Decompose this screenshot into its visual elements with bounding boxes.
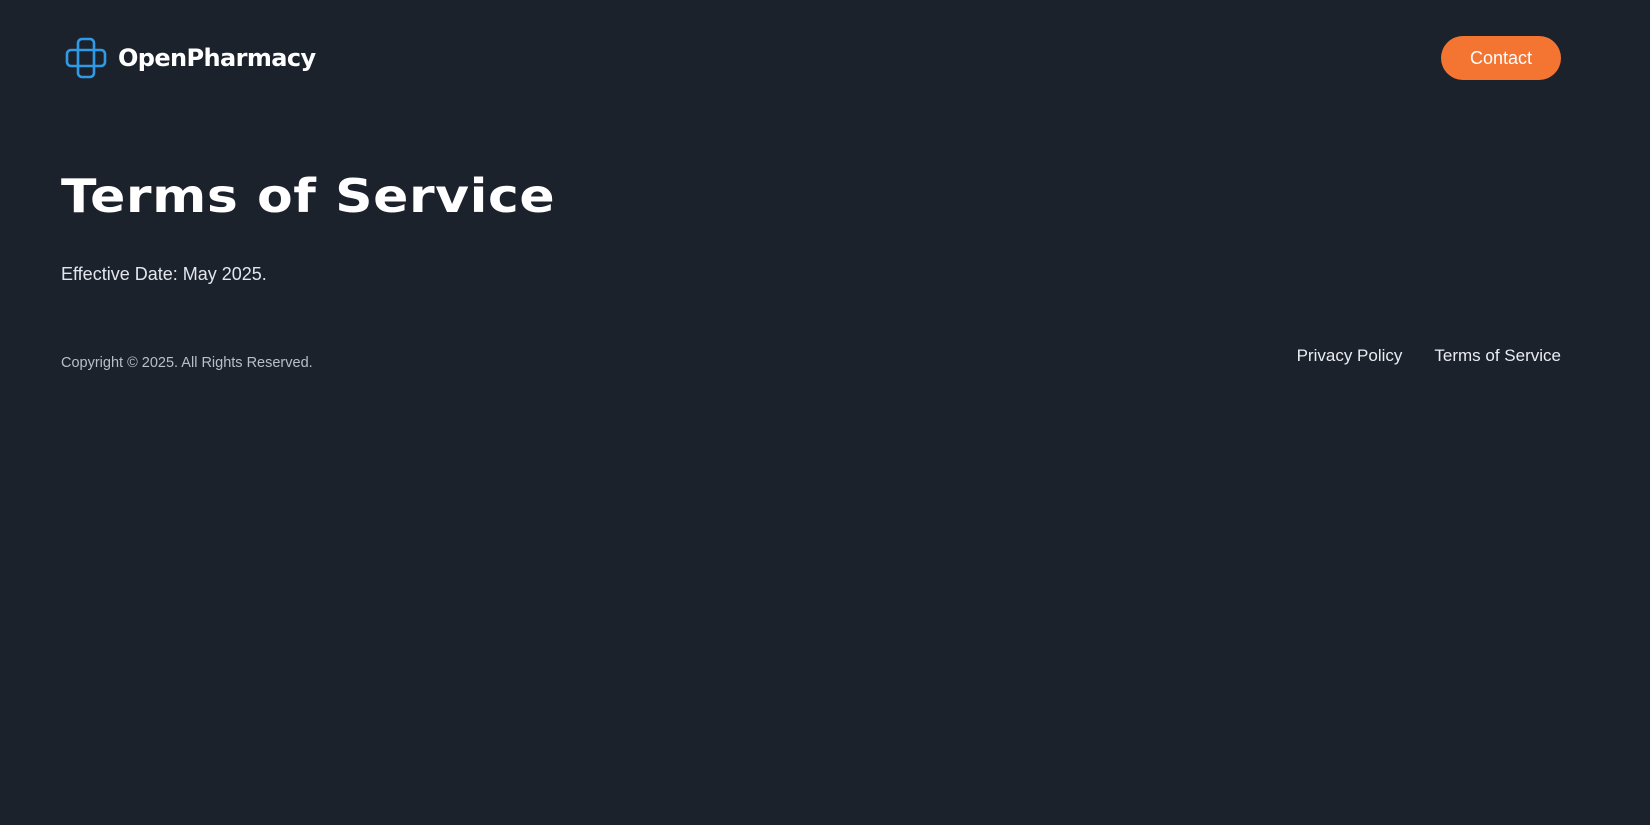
contact-button[interactable]: Contact (1441, 36, 1561, 80)
medical-cross-icon (65, 37, 107, 79)
copyright-text: Copyright © 2025. All Rights Reserved. (61, 355, 313, 371)
privacy-policy-link[interactable]: Privacy Policy (1297, 345, 1403, 367)
brand-logo-link[interactable]: OpenPharmacy (65, 37, 316, 79)
site-header: OpenPharmacy Contact (0, 0, 1650, 116)
site-footer: Copyright © 2025. All Rights Reserved. P… (0, 340, 1650, 380)
brand-name: OpenPharmacy (118, 44, 316, 72)
terms-of-service-link[interactable]: Terms of Service (1434, 345, 1561, 367)
page-title: Terms of Service (61, 169, 556, 223)
effective-date-text: Effective Date: May 2025. (61, 264, 267, 284)
footer-nav: Privacy Policy Terms of Service (1297, 345, 1561, 367)
